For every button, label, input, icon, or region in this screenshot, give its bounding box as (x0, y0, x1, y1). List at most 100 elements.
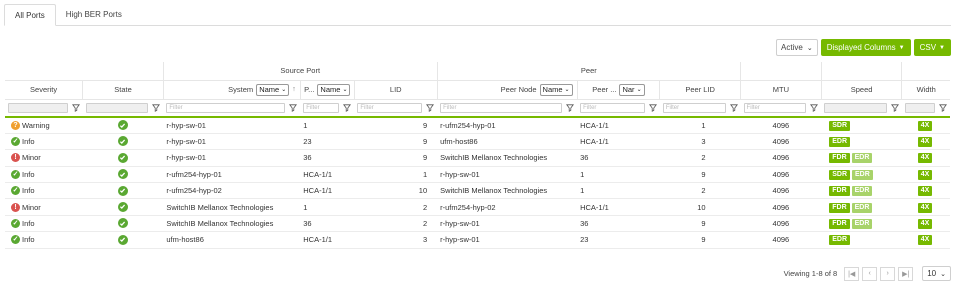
check-circle-icon (117, 185, 128, 196)
width-filter-select[interactable] (904, 102, 935, 113)
table-row[interactable]: ! Minor r-hyp-sw-01 36 9 SwitchIB Mellanox Te… (5, 149, 950, 167)
speed-badge: FDR (829, 186, 850, 197)
peer-node-filter-input[interactable]: Filter (440, 102, 563, 113)
page-size-select[interactable]: 10 ⌄ (922, 266, 951, 281)
peer-node-name-select[interactable]: Name ⌄ (539, 83, 573, 96)
lid-filter-input[interactable]: Filter (357, 102, 423, 113)
funnel-icon[interactable] (426, 104, 435, 112)
funnel-icon[interactable] (289, 104, 298, 112)
speed-cell: SDR EDR (821, 166, 902, 184)
prev-page-icon[interactable]: ‹ (862, 266, 878, 281)
speed-filter-select[interactable] (824, 102, 887, 113)
first-page-icon[interactable]: |◀ (844, 266, 860, 281)
header-peer-port[interactable]: Peer ... Nar ⌄ (577, 80, 661, 100)
check-circle-icon (117, 201, 128, 212)
table-row[interactable]: ✓ Info ufm-host86 HCA-1/1 3 r-hyp-sw-01 23 9 409… (5, 231, 950, 249)
header-port[interactable]: P... Name ⌄ (300, 80, 355, 100)
state-filter-select[interactable] (85, 102, 149, 113)
severity-label: Info (22, 137, 35, 147)
system-cell: r-hyp-sw-01 (163, 117, 301, 134)
header-mtu[interactable]: MTU (740, 80, 822, 100)
peer-port-filter-input[interactable]: Filter (580, 102, 645, 113)
peer-lid-cell: 3 (659, 133, 741, 151)
funnel-icon[interactable] (343, 104, 352, 112)
speed-badge: FDR (829, 219, 850, 230)
info-severity-icon: ✓ (11, 219, 20, 229)
system-filter-input[interactable]: Filter (166, 102, 286, 113)
severity-filter-select[interactable] (8, 102, 68, 113)
header-state[interactable]: State (82, 80, 164, 100)
funnel-icon[interactable] (729, 104, 738, 112)
funnel-icon[interactable] (71, 104, 80, 112)
header-speed[interactable]: Speed (821, 80, 903, 100)
funnel-icon[interactable] (566, 104, 575, 112)
table-row[interactable]: ✓ Info r-ufm254-hyp-01 HCA-1/1 1 r-hyp-sw-01 1… (5, 166, 950, 184)
speed-cell: SDR (821, 117, 902, 134)
state-cell (82, 231, 164, 249)
header-lid[interactable]: LID (354, 80, 438, 100)
port-name-select[interactable]: Name ⌄ (317, 83, 351, 96)
port-filter-input[interactable]: Filter (303, 102, 340, 113)
severity-label: Warning (22, 120, 50, 130)
check-circle-icon (117, 136, 128, 147)
state-cell (82, 198, 164, 216)
speed-badge: EDR (829, 137, 851, 148)
system-cell: ufm-host86 (163, 231, 301, 249)
mtu-filter-input[interactable]: Filter (743, 102, 807, 113)
speed-cell: EDR (821, 231, 902, 249)
peer-port-name-select[interactable]: Nar ⌄ (619, 83, 645, 96)
caret-down-icon: ▼ (898, 44, 905, 51)
width-cell: 4X (901, 149, 950, 167)
next-page-icon[interactable]: › (880, 266, 896, 281)
width-badge: 4X (917, 186, 933, 197)
column-group-row: Source Port Peer (5, 62, 950, 81)
tab-all-ports[interactable]: All Ports (4, 4, 56, 26)
system-cell: r-hyp-sw-01 (163, 133, 301, 151)
severity-cell: ? Warning (5, 117, 83, 134)
speed-badge: EDR (851, 186, 873, 197)
width-cell: 4X (901, 182, 950, 200)
check-circle-icon (117, 234, 128, 245)
table-row[interactable]: ✓ Info r-ufm254-hyp-02 HCA-1/1 10 SwitchIB Me… (5, 182, 950, 200)
speed-cell: EDR (821, 133, 902, 151)
status-filter-select[interactable]: Active ⌄ (776, 39, 818, 56)
lid-cell: 9 (354, 117, 438, 134)
system-cell: r-ufm254-hyp-02 (163, 182, 301, 200)
last-page-icon[interactable]: ▶| (898, 266, 914, 281)
viewing-count: Viewing 1-8 of 8 (783, 269, 838, 278)
width-badge: 4X (917, 202, 933, 213)
displayed-columns-button[interactable]: Displayed Columns ▼ (820, 39, 911, 56)
state-cell (82, 166, 164, 184)
speed-badge: SDR (829, 169, 851, 180)
tab-high-ber-ports[interactable]: High BER Ports (56, 4, 132, 26)
header-peer-lid[interactable]: Peer LID (659, 80, 742, 100)
funnel-icon[interactable] (648, 104, 657, 112)
table-row[interactable]: ✓ Info SwitchIB Mellanox Technologies 36 2 r-… (5, 215, 950, 233)
header-peer-node[interactable]: Peer Node Name ⌄ (437, 80, 578, 100)
header-width[interactable]: Width (901, 80, 950, 100)
severity-cell: ! Minor (5, 198, 83, 216)
speed-cell: FDR EDR (821, 198, 902, 216)
mtu-cell: 4096 (740, 231, 822, 249)
peer-lid-filter-input[interactable]: Filter (662, 102, 726, 113)
table-row[interactable]: ! Minor SwitchIB Mellanox Technologies 1 2 r-… (5, 198, 950, 216)
peer-lid-cell: 1 (659, 117, 741, 134)
funnel-icon[interactable] (939, 104, 947, 112)
status-filter-value: Active (781, 43, 803, 52)
table-row[interactable]: ✓ Info r-hyp-sw-01 23 9 ufm-host86 HCA-1/1 3 409… (5, 133, 950, 151)
sort-ascending-icon[interactable]: ↑ (292, 86, 296, 93)
severity-label: Info (22, 169, 35, 179)
table-row[interactable]: ? Warning r-hyp-sw-01 1 9 r-ufm254-hyp-01 HCA-… (5, 117, 950, 134)
header-severity[interactable]: Severity (5, 80, 84, 100)
chevron-down-icon: ⌄ (806, 44, 813, 52)
header-system[interactable]: System Name ⌄ ↑ (163, 80, 301, 100)
severity-label: Info (22, 235, 35, 245)
system-name-select[interactable]: Name ⌄ (256, 83, 290, 96)
funnel-icon[interactable] (890, 104, 899, 112)
mtu-cell: 4096 (740, 117, 822, 134)
severity-label: Minor (22, 202, 41, 212)
funnel-icon[interactable] (152, 104, 161, 112)
csv-button[interactable]: CSV ▼ (913, 39, 951, 56)
peer-lid-cell: 2 (659, 149, 741, 167)
funnel-icon[interactable] (810, 104, 819, 112)
